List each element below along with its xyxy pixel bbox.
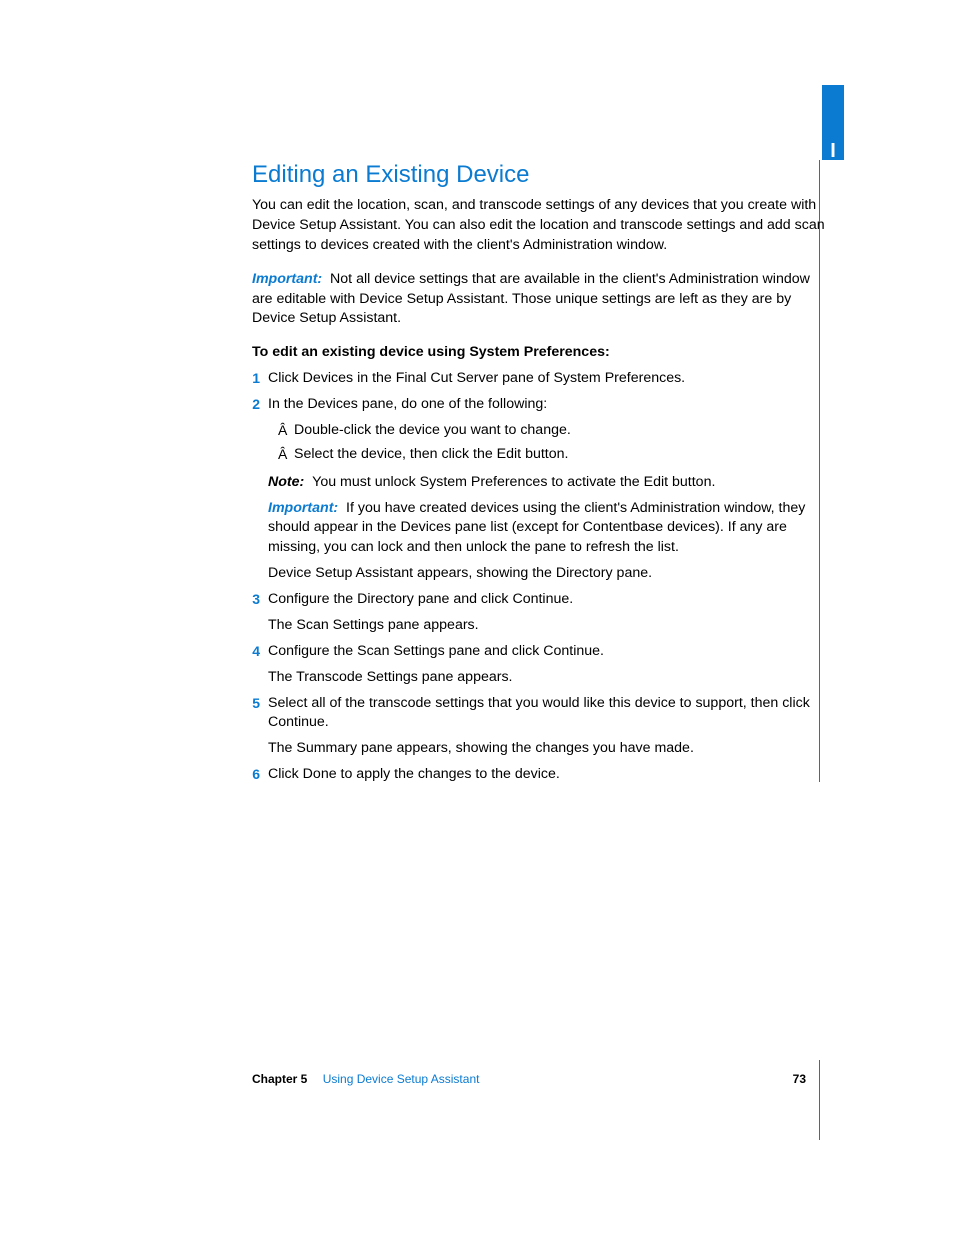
chapter-title: Using Device Setup Assistant: [323, 1072, 480, 1086]
step-body: Configure the Directory pane and click C…: [268, 590, 828, 610]
section-heading: Editing an Existing Device: [252, 160, 828, 190]
chapter-label: Chapter 5: [252, 1072, 307, 1086]
lead-in: To edit an existing device using System …: [252, 343, 828, 363]
step-body: Configure the Scan Settings pane and cli…: [268, 642, 828, 662]
step-number: 4: [238, 642, 260, 662]
important-text: Not all device settings that are availab…: [252, 271, 810, 327]
step-body: Select all of the transcode settings tha…: [268, 694, 828, 734]
section-tab-label: I: [830, 140, 836, 162]
step-body: In the Devices pane, do one of the follo…: [268, 395, 828, 415]
steps-list: 1 Click Devices in the Final Cut Server …: [252, 369, 828, 785]
step-number: 3: [238, 590, 260, 610]
important-text: If you have created devices using the cl…: [268, 500, 805, 556]
bullet-item: Double-click the device you want to chan…: [278, 421, 828, 441]
step-number: 1: [238, 369, 260, 389]
step-follow: The Transcode Settings pane appears.: [268, 668, 828, 688]
step-6: 6 Click Done to apply the changes to the…: [252, 765, 828, 785]
step-3: 3 Configure the Directory pane and click…: [252, 590, 828, 636]
step-number: 5: [238, 694, 260, 714]
step-important: Important: If you have created devices u…: [268, 499, 828, 559]
step-body: Click Done to apply the changes to the d…: [268, 765, 828, 785]
step-follow: Device Setup Assistant appears, showing …: [268, 564, 828, 584]
page: I Editing an Existing Device You can edi…: [0, 0, 954, 1235]
step-5: 5 Select all of the transcode settings t…: [252, 694, 828, 760]
step-body: Click Devices in the Final Cut Server pa…: [268, 369, 828, 389]
step-note: Note: You must unlock System Preferences…: [268, 473, 828, 493]
intro-important: Important: Not all device settings that …: [252, 270, 828, 330]
step-follow: The Summary pane appears, showing the ch…: [268, 739, 828, 759]
note-label: Note:: [268, 474, 304, 490]
section-tab: I: [822, 85, 844, 160]
step-1: 1 Click Devices in the Final Cut Server …: [252, 369, 828, 389]
step-number: 2: [238, 395, 260, 415]
step-2: 2 In the Devices pane, do one of the fol…: [252, 395, 828, 584]
step-number: 6: [238, 765, 260, 785]
important-label: Important:: [252, 271, 322, 287]
page-footer: Chapter 5 Using Device Setup Assistant 7…: [252, 1072, 820, 1086]
content: Editing an Existing Device You can edit …: [252, 160, 828, 791]
note-text: You must unlock System Preferences to ac…: [312, 474, 715, 490]
intro-paragraph: You can edit the location, scan, and tra…: [252, 196, 828, 256]
bullet-list: Double-click the device you want to chan…: [278, 421, 828, 465]
page-number: 73: [793, 1072, 806, 1086]
step-follow: The Scan Settings pane appears.: [268, 616, 828, 636]
bullet-item: Select the device, then click the Edit b…: [278, 445, 828, 465]
important-label: Important:: [268, 500, 338, 516]
step-4: 4 Configure the Scan Settings pane and c…: [252, 642, 828, 688]
